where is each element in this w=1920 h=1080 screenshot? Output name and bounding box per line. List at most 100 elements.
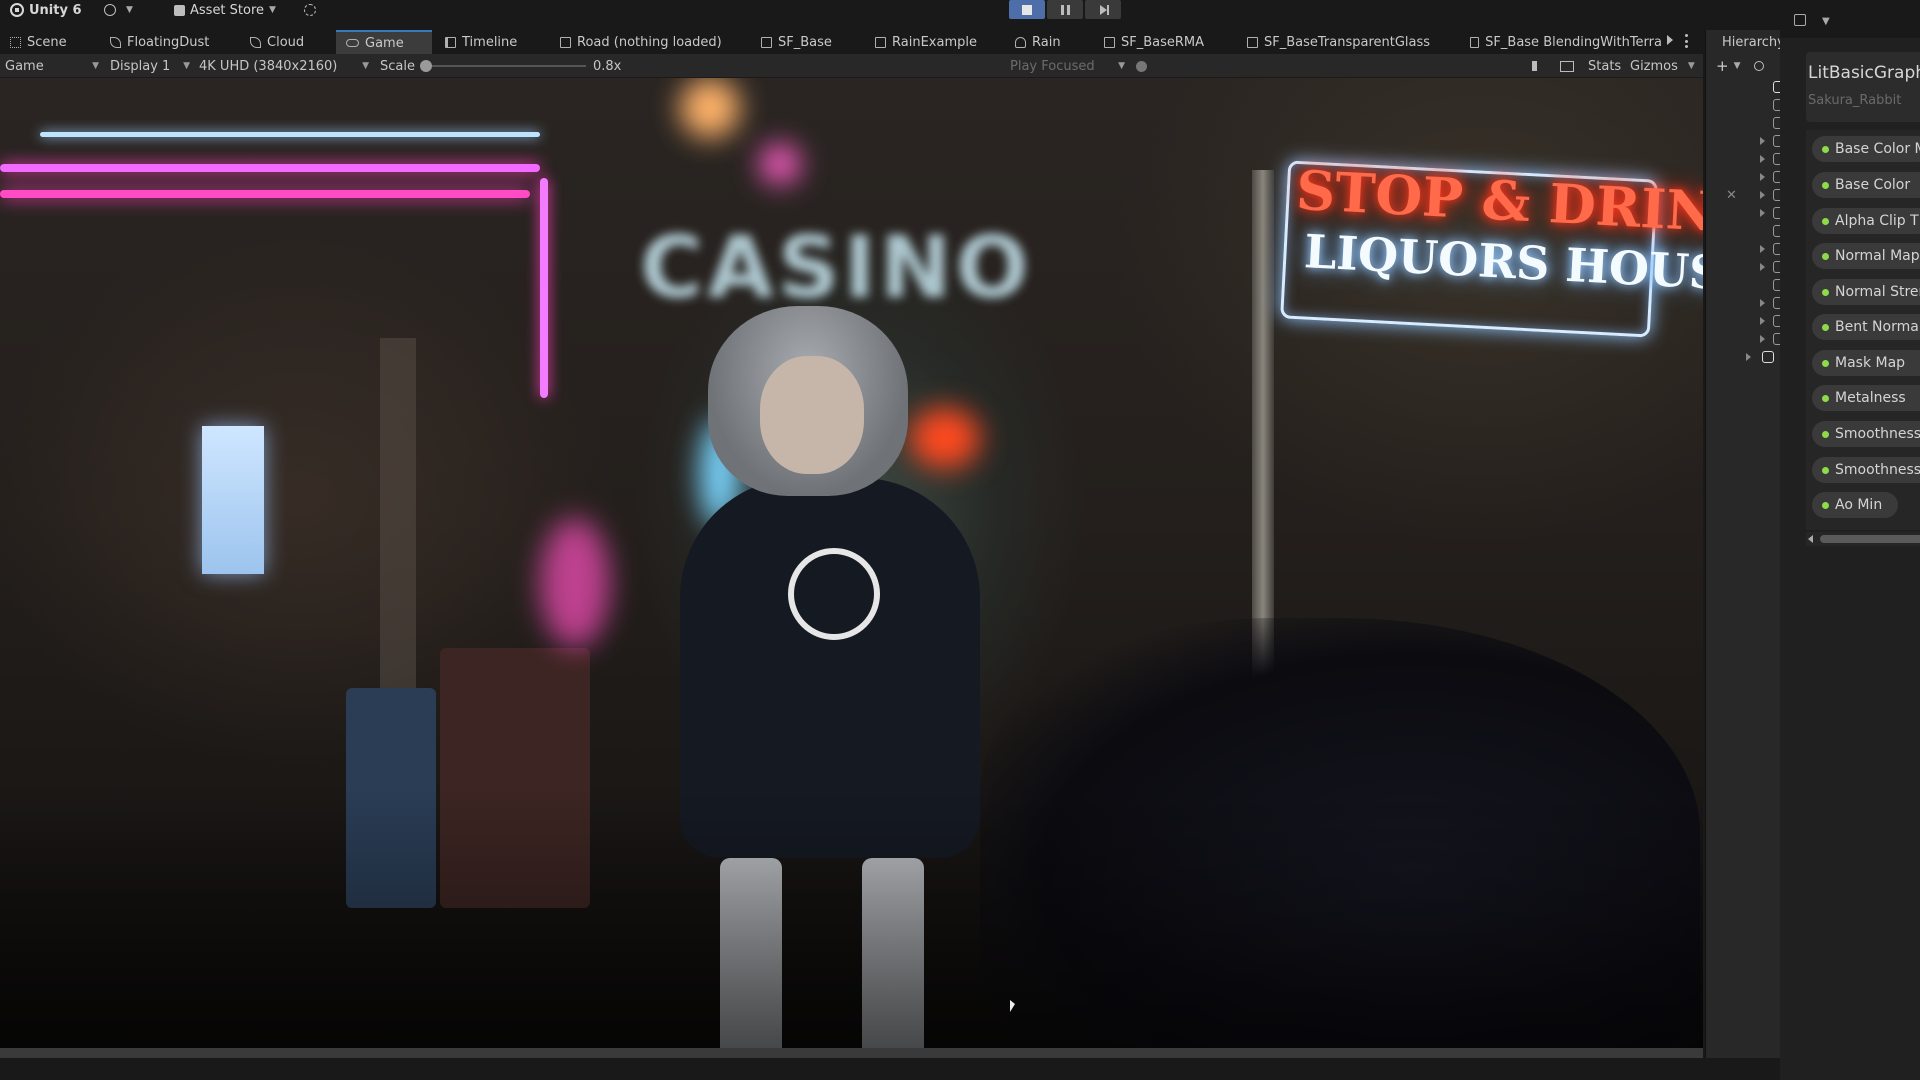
scale-slider-handle[interactable] xyxy=(420,60,432,72)
expand-arrow-icon[interactable] xyxy=(1760,173,1765,181)
chevron-down-icon[interactable]: ▼ xyxy=(1734,61,1741,71)
property-pill[interactable]: Normal Map xyxy=(1812,243,1920,269)
list-item[interactable] xyxy=(1706,204,1785,222)
resolution-dropdown[interactable]: 4K UHD (3840x2160) ▼ xyxy=(199,54,369,78)
tab-sf-base[interactable]: SF_Base xyxy=(761,30,832,54)
tab-game[interactable]: Game xyxy=(336,30,432,54)
close-x-icon[interactable]: ✕ xyxy=(1726,188,1737,203)
list-item[interactable] xyxy=(1706,186,1785,204)
tab-floatingdust[interactable]: FloatingDust xyxy=(110,30,209,54)
asset-store-dropdown[interactable]: Asset Store ▼ xyxy=(174,0,276,20)
tab-cloud[interactable]: Cloud xyxy=(250,30,304,54)
list-item[interactable] xyxy=(1706,294,1785,312)
tab-sf-baserma[interactable]: SF_BaseRMA xyxy=(1104,30,1204,54)
property-type-dot-icon xyxy=(1822,217,1829,225)
blurred-casino-sign: CASINO xyxy=(640,218,1033,318)
display-dropdown[interactable]: Display 1 ▼ xyxy=(110,54,190,78)
game-viewport[interactable]: CASINO STOP & DRINK LIQUORS HOUSE xyxy=(0,78,1703,1048)
list-item[interactable] xyxy=(1706,276,1785,294)
tab-hierarchy[interactable]: Hierarchy xyxy=(1706,30,1781,54)
tab-rain[interactable]: Rain xyxy=(1015,30,1061,54)
list-item[interactable] xyxy=(1706,258,1785,276)
blackboard-title: LitBasicGraph xyxy=(1808,63,1920,83)
hierarchy-toolbar: + ▼ xyxy=(1706,54,1781,78)
expand-arrow-icon[interactable] xyxy=(1760,191,1765,199)
property-pill[interactable]: Alpha Clip Threshold xyxy=(1812,208,1920,234)
property-type-dot-icon xyxy=(1822,430,1829,438)
tab-rainexample[interactable]: RainExample xyxy=(875,30,977,54)
blackboard-horizontal-scrollbar[interactable] xyxy=(1806,532,1920,546)
property-pill[interactable]: Bent Normal Map xyxy=(1812,314,1920,340)
property-label: Base Color xyxy=(1835,177,1911,193)
tab-overflow-arrow-icon[interactable] xyxy=(1667,35,1673,45)
chevron-down-icon: ▼ xyxy=(269,5,276,15)
document-icon xyxy=(1104,36,1115,48)
pause-button[interactable] xyxy=(1047,0,1083,19)
debug-button[interactable] xyxy=(1136,54,1147,78)
expand-arrow-icon[interactable] xyxy=(1760,137,1765,145)
gizmos-dropdown[interactable]: Gizmos ▼ xyxy=(1630,54,1695,78)
shader-graph-toolbar: ▼ xyxy=(1780,0,1920,38)
list-item[interactable] xyxy=(1706,168,1785,186)
tab-sf-basetransparentglass[interactable]: SF_BaseTransparentGlass xyxy=(1247,30,1430,54)
expand-arrow-icon[interactable] xyxy=(1760,245,1765,253)
property-pill[interactable]: Normal Strength xyxy=(1812,279,1920,305)
list-item[interactable] xyxy=(1706,222,1785,240)
expand-arrow-icon[interactable] xyxy=(1746,353,1751,361)
list-item[interactable] xyxy=(1706,114,1785,132)
tab-label: SF_Base BlendingWithTerra xyxy=(1485,34,1662,50)
search-icon[interactable] xyxy=(1753,61,1764,71)
document-icon xyxy=(1470,36,1480,48)
hierarchy-scene-row[interactable] xyxy=(1706,78,1785,96)
property-label: Mask Map xyxy=(1835,355,1906,371)
property-pill[interactable]: Mask Map xyxy=(1812,350,1920,376)
expand-arrow-icon[interactable] xyxy=(1760,263,1765,271)
expand-arrow-icon[interactable] xyxy=(1760,335,1765,343)
view-mode-dropdown[interactable]: Game ▼ xyxy=(5,54,99,78)
property-pill[interactable]: Smoothness xyxy=(1812,457,1920,483)
property-pill[interactable]: Base Color Map xyxy=(1812,136,1920,162)
property-pill[interactable]: Metalness xyxy=(1812,385,1920,411)
property-pill[interactable]: Smoothness Map xyxy=(1812,421,1920,447)
expand-arrow-icon[interactable] xyxy=(1760,299,1765,307)
tab-timeline[interactable]: Timeline xyxy=(445,30,517,54)
tab-label: FloatingDust xyxy=(127,34,210,50)
stats-button[interactable]: Stats xyxy=(1588,54,1621,78)
scroll-left-icon[interactable] xyxy=(1808,535,1813,543)
list-item[interactable] xyxy=(1706,132,1785,150)
property-type-dot-icon xyxy=(1822,394,1829,402)
list-item[interactable] xyxy=(1706,150,1785,168)
tab-road[interactable]: Road (nothing loaded) xyxy=(560,30,722,54)
step-button[interactable] xyxy=(1085,0,1121,19)
property-pill[interactable]: Base Color xyxy=(1812,172,1920,198)
stats-layout-button[interactable] xyxy=(1560,54,1574,78)
scene-icon xyxy=(1762,351,1774,363)
tab-sf-base-blending[interactable]: SF_Base BlendingWithTerra xyxy=(1470,30,1662,54)
viewport-bottom-scrollbar[interactable] xyxy=(0,1048,1703,1058)
scale-label-text: Scale xyxy=(380,58,415,74)
mute-audio-button[interactable] xyxy=(1532,54,1544,78)
list-item[interactable] xyxy=(1706,312,1785,330)
add-object-button[interactable]: + xyxy=(1716,57,1729,75)
save-icon[interactable] xyxy=(1794,14,1806,26)
expand-arrow-icon[interactable] xyxy=(1760,209,1765,217)
unity-menu[interactable]: Unity 6 xyxy=(10,0,82,20)
expand-arrow-icon[interactable] xyxy=(1760,317,1765,325)
list-item[interactable] xyxy=(1706,348,1781,366)
expand-arrow-icon[interactable] xyxy=(1760,155,1765,163)
list-item[interactable] xyxy=(1706,96,1785,114)
more-options-icon[interactable] xyxy=(1685,34,1689,48)
list-item[interactable] xyxy=(1706,240,1785,258)
tab-scene[interactable]: Scene xyxy=(10,30,67,54)
chevron-down-icon[interactable]: ▼ xyxy=(1822,16,1830,27)
stop-button[interactable] xyxy=(1009,0,1045,19)
floor-shadow xyxy=(0,788,1703,1048)
unity-logo-icon xyxy=(10,3,24,17)
scale-slider-track[interactable] xyxy=(424,65,586,67)
property-pill[interactable]: Ao Min xyxy=(1812,492,1898,518)
play-mode-dropdown[interactable]: Play Focused ▼ xyxy=(1010,54,1125,78)
list-item[interactable] xyxy=(1706,330,1785,348)
account-dropdown[interactable]: ▼ xyxy=(104,0,133,20)
scrollbar-thumb[interactable] xyxy=(1820,535,1920,543)
cloud-settings-button[interactable] xyxy=(304,0,316,20)
